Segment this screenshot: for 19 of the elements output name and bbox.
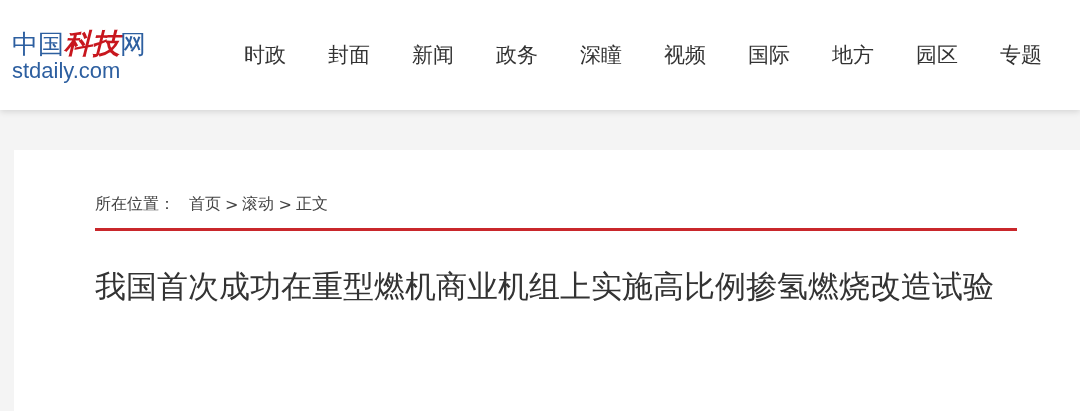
breadcrumb-item[interactable]: 首页: [189, 193, 221, 215]
nav-link[interactable]: 政务: [496, 41, 538, 69]
nav-link[interactable]: 地方: [832, 41, 874, 69]
nav-link[interactable]: 视频: [664, 41, 706, 69]
nav-link[interactable]: 深瞳: [580, 41, 622, 69]
logo-title[interactable]: 中国科技网: [12, 29, 146, 59]
breadcrumb-item[interactable]: 正文: [295, 193, 328, 215]
breadcrumb-label: 所在位置：: [95, 193, 175, 215]
nav-link[interactable]: 国际: [748, 41, 790, 69]
nav-link[interactable]: 时政: [244, 41, 286, 69]
nav-link[interactable]: 园区: [916, 41, 958, 69]
logo-domain[interactable]: stdaily.com: [12, 59, 121, 83]
breadcrumb-item[interactable]: >: [278, 194, 292, 214]
nav-link[interactable]: 专题: [1000, 41, 1042, 69]
nav-link[interactable]: 封面: [328, 41, 370, 69]
nav-link[interactable]: 新闻: [412, 41, 454, 69]
article-title: 我国首次成功在重型燃机商业机组上实施高比例掺氢燃烧改造试验: [95, 267, 995, 306]
breadcrumb-item[interactable]: >: [225, 194, 239, 214]
breadcrumb-item[interactable]: 滚动: [242, 193, 275, 215]
